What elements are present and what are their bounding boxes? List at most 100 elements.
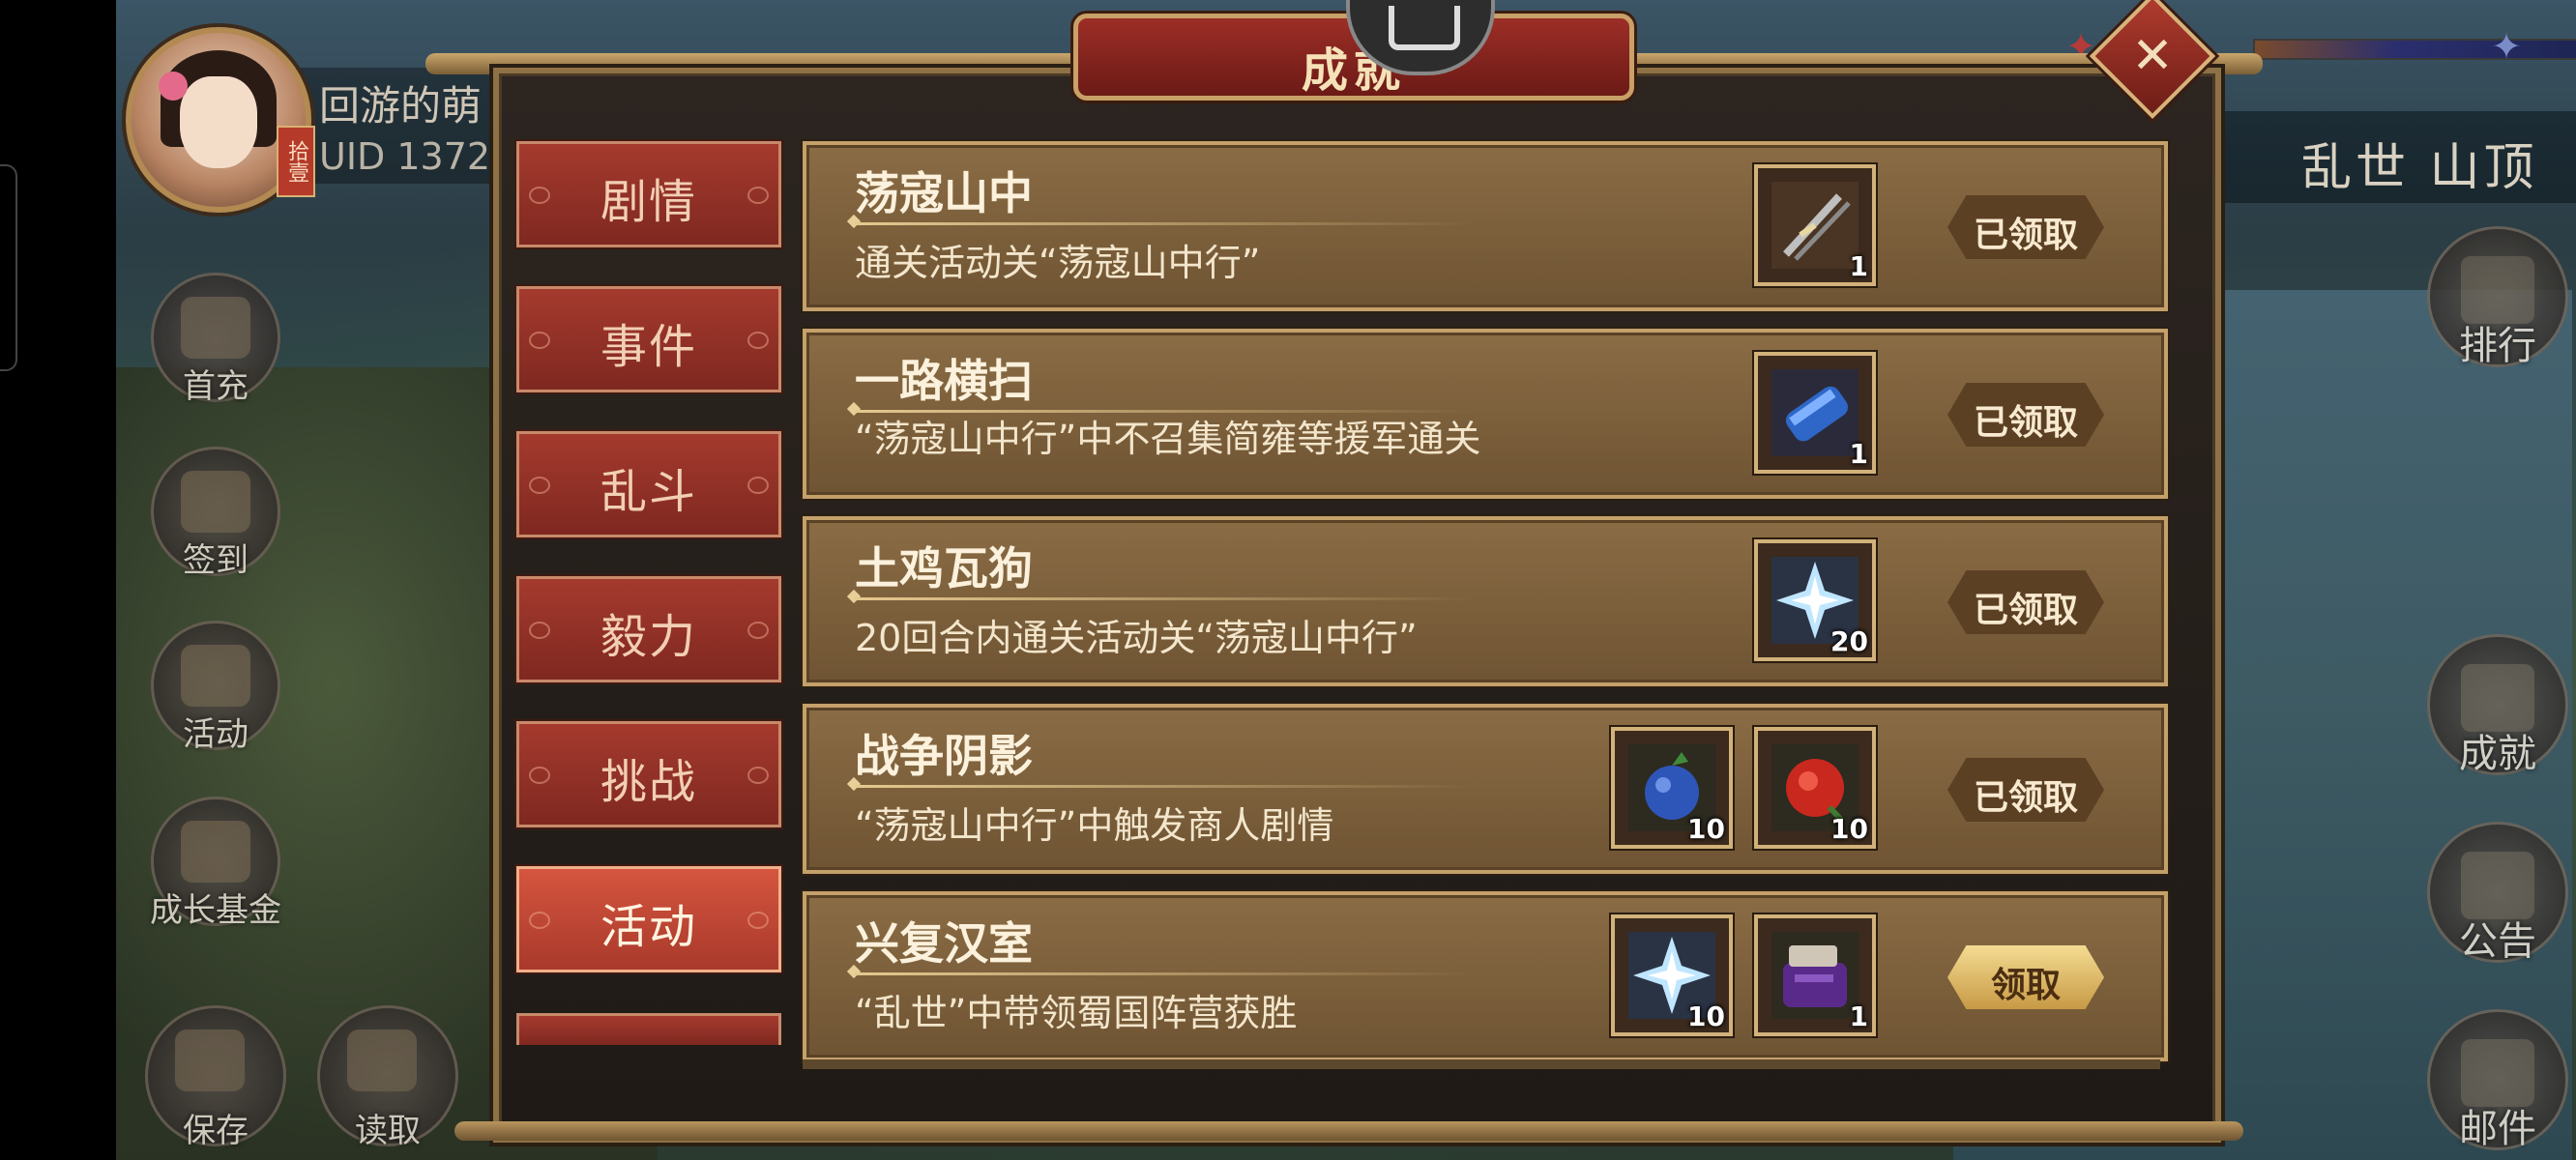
purple-pouch-icon [1771,932,1859,1019]
event-icon [181,645,250,707]
growth-fund-icon [181,821,250,883]
achievement-row: 荡寇山中 通关活动关“荡寇山中行” 1 已领取 [803,141,2168,311]
claim-label: 领取 [1990,966,2061,1005]
reward-item[interactable]: 10 [1754,727,1876,849]
title-underline [855,222,1474,225]
claim-label: 已领取 [1973,403,2078,443]
left-bezel [0,0,116,1160]
reward-item[interactable]: 1 [1754,164,1876,286]
category-label: 活动 [600,900,697,954]
location-banner: 乱世 山顶 [2205,111,2576,203]
reward-count: 1 [1849,1000,1868,1032]
player-uid: UID 1372 [319,135,491,178]
announcement-label: 公告 [2459,919,2536,964]
title-underline [855,597,1474,600]
event-label: 活动 [183,715,249,754]
gift-icon [181,297,250,359]
reward-count: 20 [1830,625,1868,657]
blue-bird-icon: ✦ [2491,25,2522,68]
scroll-icon [1771,369,1859,456]
player-avatar[interactable]: 拾壹 [126,27,315,213]
category-label: 挑战 [600,755,697,809]
category-story[interactable]: 剧情 [516,141,781,247]
reward-item[interactable]: 1 [1754,352,1876,474]
achievement-title: 一路横扫 [855,355,1033,407]
achievement-title: 兴复汉室 [855,917,1033,970]
claim-label: 已领取 [1973,591,2078,630]
achievement-row: 战争阴影 “荡寇山中行”中触发商人剧情 10 10 已领取 [803,704,2168,874]
close-icon: ✕ [2131,27,2174,85]
growth-fund-label: 成长基金 [150,891,281,930]
achievement-desc: 20回合内通关活动关“荡寇山中行” [855,617,1418,659]
reward-count: 10 [1687,813,1725,845]
category-label: 毅力 [600,610,697,664]
panel-bottom-rail [454,1121,2243,1141]
checkin-button[interactable]: 签到 [151,447,280,580]
title-underline [855,785,1474,788]
achievement-desc: “荡寇山中行”中触发商人剧情 [855,804,1334,847]
bezel-notch [0,164,17,371]
reward-item[interactable]: 20 [1754,539,1876,661]
save-label: 保存 [183,1112,249,1150]
mail-label: 邮件 [2459,1107,2536,1151]
achievement-title: 战争阴影 [855,730,1033,782]
claim-label: 已领取 [1973,216,2078,255]
mail-button[interactable]: 邮件 [2427,1009,2568,1151]
player-name: 回游的萌 [319,82,483,130]
category-perseverance[interactable]: 毅力 [516,576,781,682]
achievement-row: 一路横扫 “荡寇山中行”中不召集简雍等援军通关 1 已领取 [803,329,2168,499]
growth-fund-button[interactable]: 成长基金 [150,797,281,930]
category-event[interactable]: 事件 [516,286,781,392]
panel-title: 成就 [1301,44,1406,98]
achievement-row: 土鸡瓦狗 20回合内通关活动关“荡寇山中行” 20 已领取 [803,516,2168,686]
checkin-label: 签到 [183,541,249,580]
reward-item[interactable]: 10 [1611,727,1733,849]
achievement-desc: “乱世”中带领蜀国阵营获胜 [855,992,1298,1034]
achievement-label: 成就 [2459,732,2536,776]
claimed-button[interactable]: 已领取 [1947,758,2104,822]
save-button[interactable]: 保存 [145,1005,286,1150]
achievement-row: 兴复汉室 “乱世”中带领蜀国阵营获胜 10 1 领取 [803,891,2168,1061]
location-text: 乱世 山顶 [2301,139,2538,197]
list-bottom-edge [803,1059,2160,1069]
claimed-button[interactable]: 已领取 [1947,195,2104,259]
ranking-button[interactable]: 排行 [2427,226,2568,368]
first-recharge-label: 首充 [183,367,249,406]
title-underline [855,972,1474,975]
category-brawl[interactable]: 乱斗 [516,431,781,537]
category-challenge[interactable]: 挑战 [516,721,781,827]
title-underline [855,410,1474,413]
load-button[interactable]: 读取 [317,1005,458,1150]
avatar-badge: 拾壹 [277,126,315,197]
claimed-button[interactable]: 已领取 [1947,570,2104,634]
avatar-face [180,76,257,168]
category-label: 剧情 [600,175,697,229]
reward-count: 10 [1687,1000,1725,1032]
load-label: 读取 [355,1112,421,1150]
achievement-button[interactable]: 成就 [2427,634,2568,776]
checkin-icon [181,471,250,533]
achievement-title: 荡寇山中 [855,167,1033,219]
reward-count: 10 [1830,813,1868,845]
claim-label: 已领取 [1973,778,2078,818]
reward-count: 1 [1849,250,1868,282]
reward-item[interactable]: 10 [1611,914,1733,1036]
category-activity[interactable]: 活动 [516,866,781,972]
claimed-button[interactable]: 已领取 [1947,383,2104,447]
category-more[interactable] [516,1013,781,1045]
event-button[interactable]: 活动 [151,621,280,754]
claw-icon [1771,182,1859,269]
avatar-flower [159,72,188,101]
category-label: 乱斗 [600,465,697,519]
claim-button[interactable]: 领取 [1947,945,2104,1009]
load-icon [347,1030,417,1091]
announcement-button[interactable]: 公告 [2427,822,2568,964]
reward-count: 1 [1849,438,1868,470]
ranking-label: 排行 [2459,324,2536,368]
emblem-icon [1389,6,1460,50]
achievement-desc: 通关活动关“荡寇山中行” [855,242,1261,284]
save-icon [175,1030,245,1091]
first-recharge-button[interactable]: 首充 [151,273,280,406]
reward-item[interactable]: 1 [1754,914,1876,1036]
achievement-desc: “荡寇山中行”中不召集简雍等援军通关 [855,418,1481,460]
